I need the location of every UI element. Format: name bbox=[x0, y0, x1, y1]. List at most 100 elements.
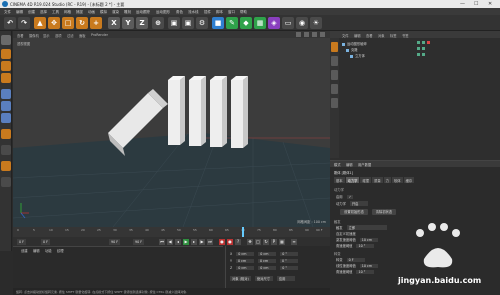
pos-z-field[interactable]: 0 cm bbox=[236, 266, 255, 270]
pos-x-field[interactable]: 0 cm bbox=[236, 252, 255, 256]
z-axis-lock-icon[interactable]: Z bbox=[136, 17, 148, 29]
menu-mograph[interactable]: 运动图形 bbox=[156, 10, 170, 15]
menu-pipeline[interactable]: 流水线 bbox=[188, 10, 199, 15]
next-frame-button[interactable]: ▸ bbox=[191, 238, 197, 245]
content-browser-tab-icon[interactable] bbox=[331, 70, 338, 80]
render-picture-viewer-icon[interactable]: ▣ bbox=[182, 17, 194, 29]
om-menu-tags[interactable]: 标签 bbox=[390, 33, 397, 38]
redo-icon[interactable]: ↷ bbox=[18, 17, 30, 29]
subtab-dynamics[interactable]: 动力学 bbox=[345, 177, 360, 183]
pla-key-button[interactable]: ▦ bbox=[279, 238, 285, 245]
mat-menu-edit[interactable]: 编辑 bbox=[33, 248, 40, 253]
floor-icon[interactable]: ▭ bbox=[282, 17, 294, 29]
object-row-fracture[interactable]: 运动图形破碎 bbox=[342, 41, 430, 46]
x-axis-lock-icon[interactable]: X bbox=[108, 17, 120, 29]
axis-mode-icon[interactable] bbox=[1, 129, 11, 139]
cube-object-icon[interactable]: ■ bbox=[212, 17, 224, 29]
menu-edit[interactable]: 编辑 bbox=[16, 10, 23, 15]
prev-frame-button[interactable]: ◂ bbox=[175, 238, 181, 245]
texture-mode-icon[interactable] bbox=[1, 61, 11, 71]
om-menu-edit[interactable]: 编辑 bbox=[354, 33, 361, 38]
clear-initial-state-button[interactable]: 清除初状态 bbox=[372, 209, 396, 215]
current-frame-field[interactable]: 0 F bbox=[41, 238, 51, 245]
attr-menu-edit[interactable]: 编辑 bbox=[346, 162, 353, 167]
viewport-menu-display[interactable]: 显示 bbox=[43, 33, 50, 38]
solo-icon[interactable] bbox=[1, 177, 11, 187]
menu-render[interactable]: 渲染 bbox=[112, 10, 119, 15]
menu-script[interactable]: 脚本 bbox=[216, 10, 223, 15]
angular-threshold-field[interactable]: 10 ° bbox=[356, 244, 375, 248]
menu-window[interactable]: 窗口 bbox=[228, 10, 235, 15]
structure-tab-icon[interactable] bbox=[331, 84, 338, 94]
mat-menu-function[interactable]: 功能 bbox=[45, 248, 52, 253]
recent-tools-icon[interactable]: + bbox=[90, 17, 102, 29]
y-axis-lock-icon[interactable]: Y bbox=[122, 17, 134, 29]
timeline-ruler[interactable]: 0 5 10 15 20 25 30 35 40 45 50 55 60 65 … bbox=[13, 227, 330, 237]
goto-start-button[interactable]: ⏮ bbox=[159, 238, 165, 245]
rotation-key-button[interactable]: ↻ bbox=[263, 238, 269, 245]
om-menu-file[interactable]: 文件 bbox=[342, 33, 349, 38]
coordinate-system-icon[interactable]: ⊕ bbox=[152, 17, 164, 29]
objects-tab-icon[interactable] bbox=[331, 42, 338, 52]
menu-sculpt[interactable]: 雕刻 bbox=[124, 10, 131, 15]
menu-simulate[interactable]: 模拟 bbox=[100, 10, 107, 15]
enabled-checkbox[interactable]: ✓ bbox=[346, 195, 354, 199]
render-view-icon[interactable]: ▣ bbox=[168, 17, 180, 29]
deformer-icon[interactable]: ◈ bbox=[268, 17, 280, 29]
next-key-button[interactable]: ▶ bbox=[199, 238, 205, 245]
menu-tools[interactable]: 工具 bbox=[52, 10, 59, 15]
rot-b-field[interactable]: 0 ° bbox=[280, 266, 299, 270]
trigger-select[interactable]: 立即 bbox=[346, 225, 387, 230]
undo-icon[interactable]: ↶ bbox=[4, 17, 16, 29]
autokey-button[interactable]: ● bbox=[227, 238, 233, 245]
subtab-softbody[interactable]: 软体 bbox=[391, 177, 403, 183]
tweak-mode-icon[interactable] bbox=[1, 145, 11, 155]
om-menu-objects[interactable]: 对象 bbox=[378, 33, 385, 38]
rot-p-field[interactable]: 0 ° bbox=[280, 259, 299, 263]
maximize-button[interactable]: ☐ bbox=[474, 1, 478, 7]
snap-icon[interactable] bbox=[1, 161, 11, 171]
subtab-basic[interactable]: 基本 bbox=[334, 177, 345, 183]
om-menu-view[interactable]: 查看 bbox=[366, 33, 373, 38]
menu-file[interactable]: 文件 bbox=[4, 10, 11, 15]
rot-h-field[interactable]: 0 ° bbox=[280, 252, 299, 256]
model-mode-icon[interactable] bbox=[1, 49, 11, 59]
keyframe-selection-button[interactable]: ? bbox=[235, 238, 241, 245]
subtab-mass[interactable]: 质量 bbox=[372, 177, 383, 183]
make-editable-icon[interactable] bbox=[1, 35, 11, 45]
select-icon[interactable]: ▲ bbox=[34, 17, 46, 29]
subtab-collision[interactable]: 碰撞 bbox=[360, 177, 372, 183]
object-row-cloner[interactable]: 克隆 bbox=[342, 47, 425, 52]
timeline-menu-button[interactable]: ≡ bbox=[291, 238, 297, 245]
layers-tab-icon[interactable] bbox=[331, 98, 338, 108]
linear-threshold-field[interactable]: 10 cm bbox=[359, 264, 378, 268]
subtab-force[interactable]: 力 bbox=[383, 177, 391, 183]
polygons-mode-icon[interactable] bbox=[1, 113, 11, 123]
size-z-field[interactable]: 0 cm bbox=[258, 266, 277, 270]
menu-mesh[interactable]: 网格 bbox=[64, 10, 71, 15]
array-icon[interactable]: ▦ bbox=[254, 17, 266, 29]
transition-field[interactable]: 0 F bbox=[346, 258, 365, 262]
mat-menu-create[interactable]: 创建 bbox=[21, 248, 28, 253]
subtab-cache[interactable]: 缓存 bbox=[403, 177, 415, 183]
viewport-menu-cameras[interactable]: 摄像机 bbox=[29, 33, 39, 38]
size-mode-select[interactable]: 绝对尺寸 bbox=[254, 276, 273, 281]
menu-motion-tracker[interactable]: 运动跟踪 bbox=[136, 10, 150, 15]
play-button[interactable]: ▶ bbox=[183, 238, 189, 245]
points-mode-icon[interactable] bbox=[1, 89, 11, 99]
close-button[interactable]: ✕ bbox=[488, 1, 492, 7]
param-key-button[interactable]: P bbox=[271, 238, 277, 245]
size-y-field[interactable]: 0 cm bbox=[258, 259, 277, 263]
workplane-mode-icon[interactable] bbox=[1, 73, 11, 83]
menu-animate[interactable]: 动画 bbox=[88, 10, 95, 15]
perspective-viewport[interactable]: 查看 摄像机 显示 选项 过滤 面板 ProRender 透视视图 网格间距:… bbox=[13, 31, 330, 227]
prev-key-button[interactable]: ◀ bbox=[167, 238, 173, 245]
subdivision-icon[interactable]: ◆ bbox=[240, 17, 252, 29]
menu-help[interactable]: 帮助 bbox=[240, 10, 247, 15]
pos-y-field[interactable]: 0 cm bbox=[236, 259, 255, 263]
attr-menu-userdata[interactable]: 用户数据 bbox=[358, 162, 371, 167]
angular-threshold-2-field[interactable]: 10 ° bbox=[356, 270, 375, 274]
rotate-icon[interactable]: ↻ bbox=[76, 17, 88, 29]
viewport-menu-view[interactable]: 查看 bbox=[17, 33, 24, 38]
apply-button[interactable]: 应用 bbox=[276, 276, 295, 281]
